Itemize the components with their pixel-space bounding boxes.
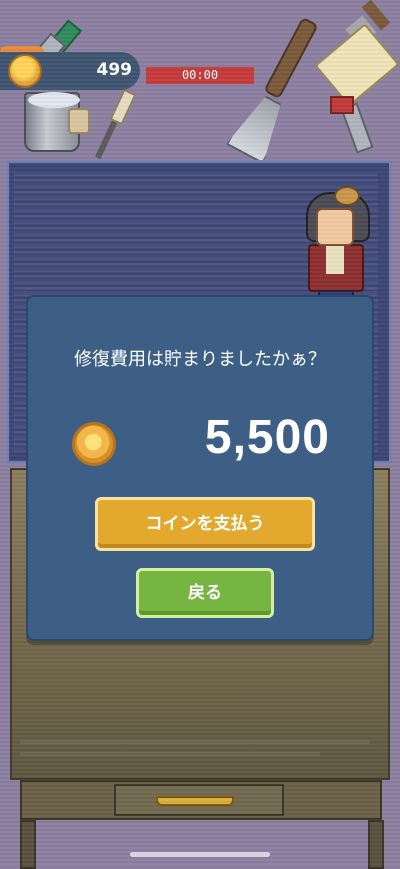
small-brush-handle-icon <box>94 116 120 160</box>
repair-cost-value: 5,500 <box>204 411 330 464</box>
desk-wood-grain <box>20 740 370 744</box>
desk-leg-right <box>368 820 384 869</box>
desk-wood-grain <box>20 752 320 756</box>
character-shirt <box>326 244 344 274</box>
timer-bar: 00:00 <box>146 67 254 84</box>
large-brush-icon[interactable] <box>314 23 400 107</box>
bucket-water-icon <box>28 92 80 108</box>
character-face <box>316 208 354 246</box>
back-button[interactable]: 戻る <box>136 568 274 618</box>
home-indicator[interactable] <box>130 852 270 857</box>
character-bun <box>334 186 360 206</box>
red-wrench-icon[interactable] <box>330 96 354 114</box>
coin-count: 499 <box>96 60 133 80</box>
coin-icon <box>8 54 42 88</box>
spatula-icon[interactable] <box>226 90 292 164</box>
dialog-question: 修復費用は貯まりましたかぁ？ <box>74 349 326 370</box>
pay-coins-button[interactable]: コインを支払う <box>95 497 315 551</box>
small-brush-icon[interactable] <box>109 88 137 126</box>
drawer-handle-icon[interactable] <box>156 796 234 806</box>
coin-icon <box>72 422 116 466</box>
desk-leg-left <box>20 820 36 869</box>
rag-icon <box>68 108 90 134</box>
spatula-handle-icon <box>263 16 319 100</box>
